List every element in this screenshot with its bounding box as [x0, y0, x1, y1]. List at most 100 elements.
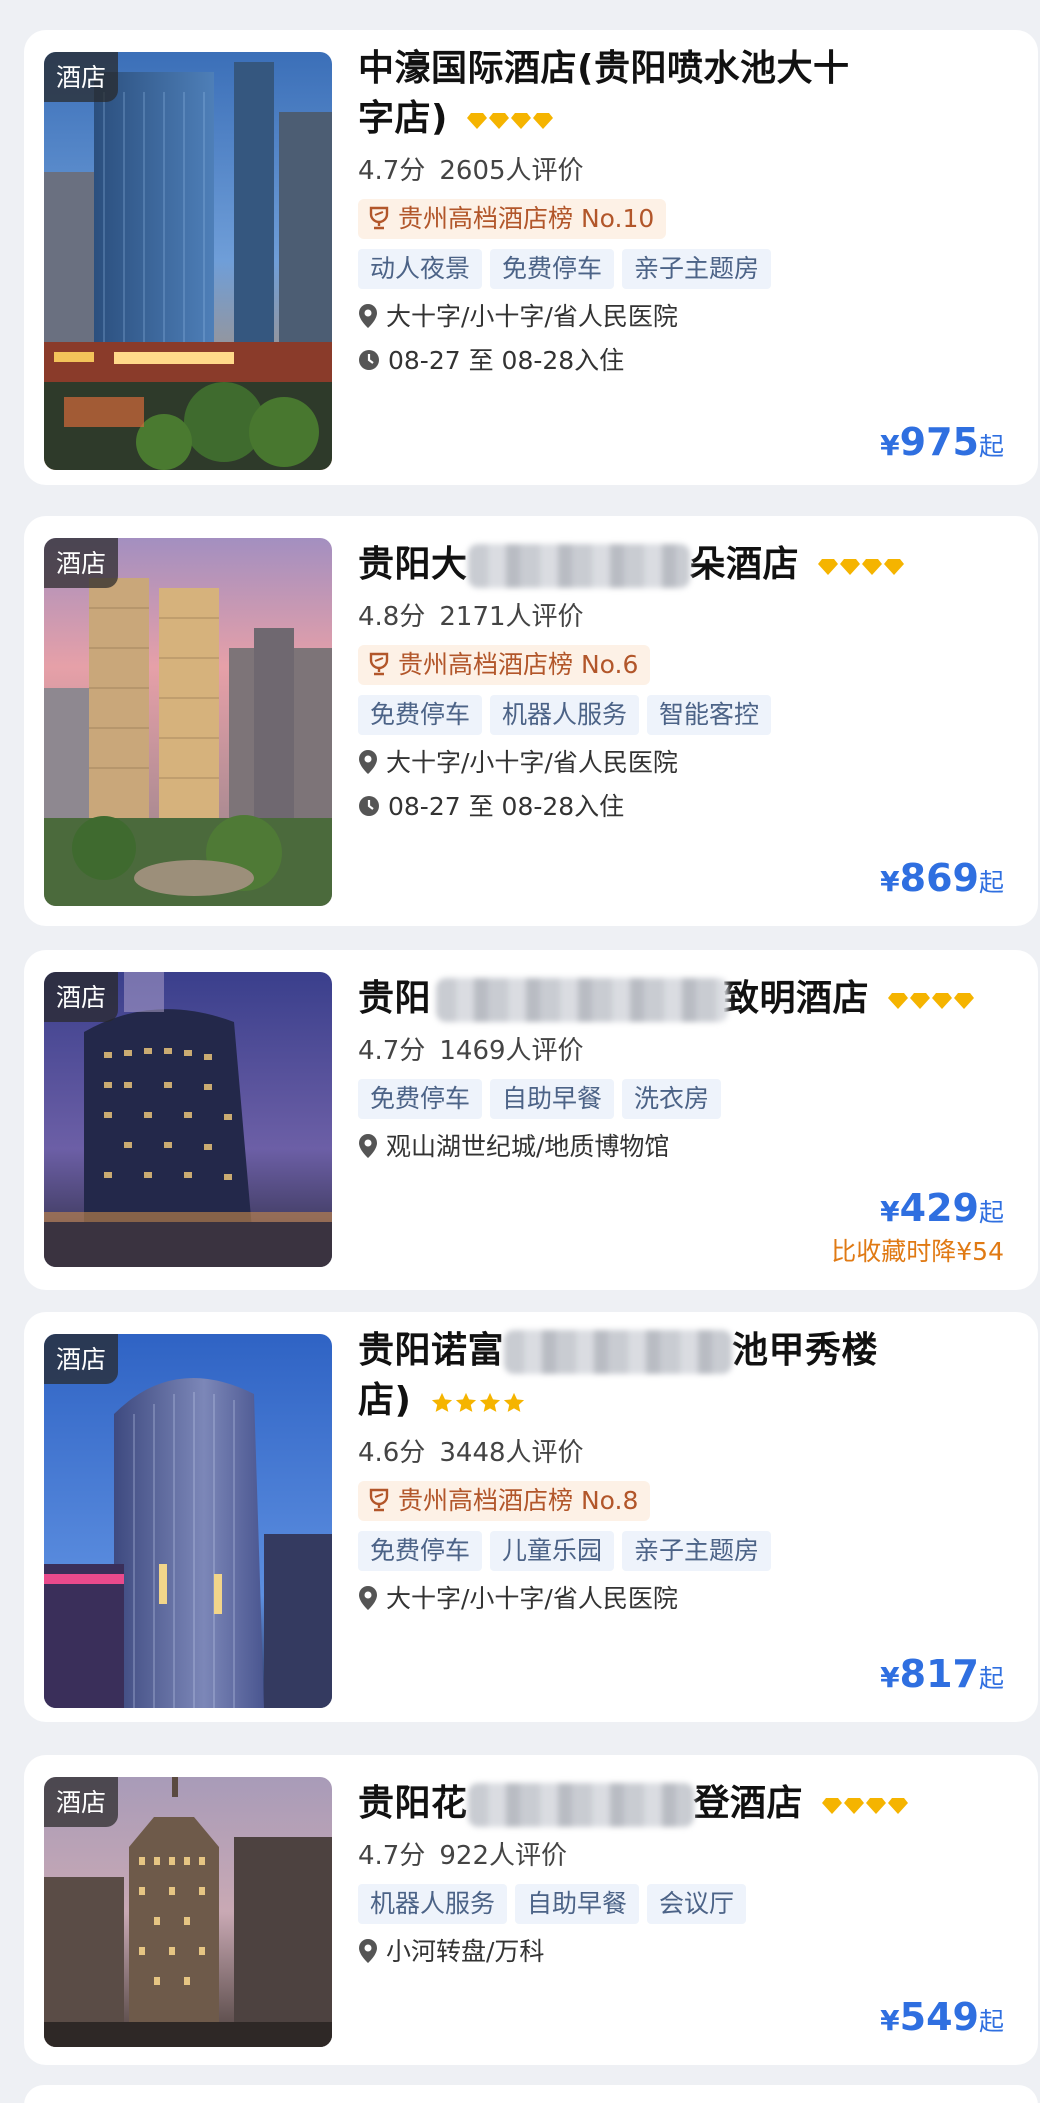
hotel-type-badge: 酒店 — [44, 972, 119, 1022]
hotel-type-badge: 酒店 — [44, 538, 119, 588]
ranking-badge[interactable]: 贵州高档酒店榜 No.8 — [358, 1481, 651, 1521]
location-row: 大十字/小十字/省人民医院 — [358, 1579, 1010, 1619]
price-suffix: 起 — [978, 868, 1004, 897]
location-text: 观山湖世纪城/地质博物馆 — [386, 1132, 670, 1161]
diamond-rating — [822, 1780, 910, 1830]
redaction-blur — [504, 1330, 732, 1374]
facility-tag: 洗衣房 — [622, 1079, 722, 1119]
date-row: 08-27 至 08-28入住 — [358, 787, 1010, 827]
price-value: 869 — [899, 856, 979, 900]
price-drop-note: 比收藏时降¥54 — [831, 1237, 1004, 1266]
currency-symbol: ¥ — [880, 865, 900, 898]
rating-row: 4.8分 2171人评价 — [358, 599, 1010, 635]
star-icon — [431, 1392, 452, 1412]
ranking-label: 贵州高档酒店榜 No.6 — [398, 650, 639, 679]
price: ¥817起 — [880, 1652, 1004, 1696]
date-row: 08-27 至 08-28入住 — [358, 341, 1010, 381]
hotel-photo[interactable]: 酒店 — [44, 972, 332, 1267]
rating-row: 4.6分 3448人评价 — [358, 1435, 1010, 1471]
price: ¥975起 — [880, 420, 1004, 464]
hotel-card[interactable]: 酒店 贵阳花 登酒店 4.7分 922人评价 机器人服务 自助早餐 会议厅 小河转盘/万… — [24, 1755, 1038, 2065]
star-icon — [503, 1392, 524, 1412]
facility-tag: 机器人服务 — [358, 1884, 508, 1924]
score: 4.7分 — [358, 1036, 426, 1066]
next-hotel-card-peek[interactable] — [24, 2085, 1038, 2103]
ranking-badge[interactable]: 贵州高档酒店榜 No.10 — [358, 199, 667, 239]
redaction-blur — [436, 978, 728, 1022]
stay-dates: 08-27 至 08-28入住 — [388, 792, 625, 821]
diamond-icon — [954, 993, 975, 1009]
hotel-photo[interactable]: 酒店 — [44, 1777, 332, 2047]
rating-row: 4.7分 1469人评价 — [358, 1033, 1010, 1069]
score: 4.8分 — [358, 602, 426, 632]
location-row: 小河转盘/万科 — [358, 1932, 1010, 1972]
hotel-list: 酒店 中濠国际酒店(贵阳喷水池大十 字店) 4.7分 2605人评价 贵州高档酒店… — [0, 0, 1040, 2103]
currency-symbol: ¥ — [880, 429, 900, 462]
location-pin-icon — [359, 750, 377, 774]
facility-tags: 免费停车 儿童乐园 亲子主题房 — [358, 1531, 1010, 1571]
hotel-name[interactable]: 贵阳诺富 池甲秀楼 店) — [358, 1326, 1010, 1427]
star-icon — [479, 1392, 500, 1412]
hotel-photo[interactable]: 酒店 — [44, 538, 332, 906]
diamond-icon — [866, 1798, 887, 1814]
diamond-icon — [489, 113, 510, 129]
facility-tag: 会议厅 — [647, 1884, 747, 1924]
redaction-blur — [468, 544, 690, 588]
hotel-name-prefix: 贵阳诺富 — [358, 1330, 505, 1371]
hotel-type-badge: 酒店 — [44, 1777, 119, 1827]
hotel-photo[interactable]: 酒店 — [44, 52, 332, 470]
review-count: 922人评价 — [439, 1841, 567, 1871]
hotel-name[interactable]: 中濠国际酒店(贵阳喷水池大十 字店) — [358, 44, 1010, 145]
price-value: 429 — [899, 1186, 979, 1230]
location-row: 大十字/小十字/省人民医院 — [358, 743, 1010, 783]
hotel-card[interactable]: 酒店 贵阳 致明酒店 4.7分 1469人评价 免费停车 自助早餐 洗衣房 观山湖世纪城… — [24, 950, 1038, 1290]
diamond-icon — [840, 559, 861, 575]
hotel-photo[interactable]: 酒店 — [44, 1334, 332, 1708]
hotel-name-suffix: 致明酒店 — [723, 978, 870, 1019]
review-count: 1469人评价 — [439, 1036, 584, 1066]
ranking-label: 贵州高档酒店榜 No.10 — [398, 204, 655, 233]
price: ¥429起 比收藏时降¥54 — [831, 1186, 1004, 1268]
star-icon — [455, 1392, 476, 1412]
clock-icon — [359, 350, 379, 370]
diamond-rating — [888, 975, 976, 1025]
location-row: 观山湖世纪城/地质博物馆 — [358, 1127, 1010, 1167]
location-text: 大十字/小十字/省人民医院 — [386, 302, 678, 331]
score: 4.7分 — [358, 156, 426, 186]
facility-tag: 动人夜景 — [358, 249, 483, 289]
hotel-name[interactable]: 贵阳大 朵酒店 — [358, 540, 1010, 591]
hotel-name[interactable]: 贵阳花 登酒店 — [358, 1779, 1010, 1830]
hotel-card[interactable]: 酒店 贵阳大 朵酒店 4.8分 2171人评价 贵州高档酒店榜 No.6 免费停车机… — [24, 516, 1038, 926]
diamond-icon — [818, 559, 839, 575]
diamond-icon — [844, 1798, 865, 1814]
hotel-name-line2: 字店) — [358, 98, 448, 139]
score: 4.6分 — [358, 1438, 426, 1468]
hotel-card[interactable]: 酒店 贵阳诺富 池甲秀楼 店) 4.6分 3448人评价 贵州高档酒店榜 No.8 … — [24, 1312, 1038, 1722]
stay-dates: 08-27 至 08-28入住 — [388, 346, 625, 375]
diamond-icon — [533, 113, 554, 129]
hotel-card[interactable]: 酒店 中濠国际酒店(贵阳喷水池大十 字店) 4.7分 2605人评价 贵州高档酒店… — [24, 30, 1038, 485]
location-pin-icon — [359, 304, 377, 328]
hotel-name-line1: 中濠国际酒店(贵阳喷水池大十 — [358, 48, 850, 89]
diamond-icon — [884, 559, 905, 575]
facility-tag: 亲子主题房 — [622, 249, 772, 289]
diamond-icon — [862, 559, 883, 575]
facility-tags: 免费停车 机器人服务 智能客控 — [358, 695, 1010, 735]
diamond-icon — [888, 1798, 909, 1814]
facility-tag: 免费停车 — [358, 1079, 483, 1119]
facility-tag: 机器人服务 — [490, 695, 640, 735]
trophy-icon — [369, 652, 389, 676]
ranking-badge[interactable]: 贵州高档酒店榜 No.6 — [358, 645, 651, 685]
facility-tag: 自助早餐 — [515, 1884, 640, 1924]
redaction-blur — [468, 1783, 694, 1827]
hotel-name[interactable]: 贵阳 致明酒店 — [358, 974, 1010, 1025]
review-count: 3448人评价 — [439, 1438, 584, 1468]
trophy-icon — [369, 206, 389, 230]
diamond-icon — [822, 1798, 843, 1814]
facility-tag: 儿童乐园 — [490, 1531, 615, 1571]
price-value: 549 — [899, 1995, 979, 2039]
facility-tag: 智能客控 — [647, 695, 772, 735]
price-suffix: 起 — [978, 1198, 1004, 1227]
clock-icon — [359, 796, 379, 816]
hotel-name-prefix: 贵阳大 — [358, 544, 468, 585]
